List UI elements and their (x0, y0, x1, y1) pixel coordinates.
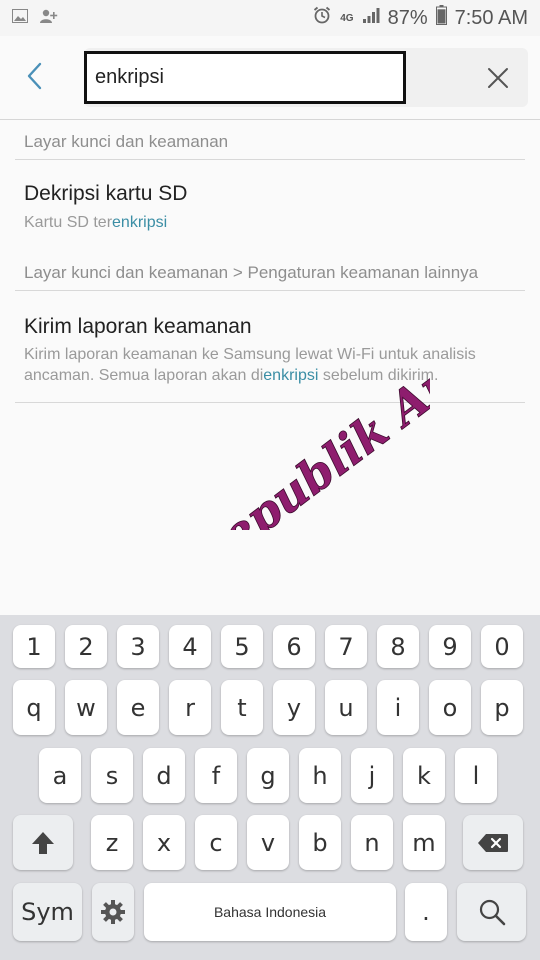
settings-key[interactable] (92, 883, 134, 941)
key-s[interactable]: s (91, 748, 133, 803)
search-header (0, 36, 540, 120)
divider (15, 402, 525, 403)
key-5[interactable]: 5 (221, 625, 263, 668)
result-section-header: Layar kunci dan keamanan (24, 132, 229, 151)
key-q[interactable]: q (13, 680, 55, 735)
backspace-key[interactable] (463, 815, 523, 870)
on-screen-keyboard: Sym Bahasa Indonesia . 1234567890 qwertyu… (0, 615, 540, 960)
key-p[interactable]: p (481, 680, 523, 735)
shift-arrow-icon (32, 831, 54, 854)
gallery-notification-icon (12, 8, 28, 28)
key-6[interactable]: 6 (273, 625, 315, 668)
network-type: 4G (340, 12, 354, 24)
result-section-header: Layar kunci dan keamanan > Pengaturan ke… (24, 263, 479, 282)
key-4[interactable]: 4 (169, 625, 211, 668)
backspace-icon (478, 833, 508, 852)
key-9[interactable]: 9 (429, 625, 471, 668)
key-c[interactable]: c (195, 815, 237, 870)
key-7[interactable]: 7 (325, 625, 367, 668)
key-i[interactable]: i (377, 680, 419, 735)
status-bar: 4G 87% 7:50 AM (0, 0, 540, 36)
signal-icon (362, 6, 380, 30)
result-summary: Kirim laporan keamanan ke Samsung lewat … (24, 346, 476, 384)
key-e[interactable]: e (117, 680, 159, 735)
battery-icon (435, 5, 447, 31)
search-input[interactable] (84, 51, 406, 104)
search-icon (479, 899, 505, 926)
key-a[interactable]: a (39, 748, 81, 803)
key-y[interactable]: y (273, 680, 315, 735)
key-f[interactable]: f (195, 748, 237, 803)
gear-icon (101, 900, 125, 924)
key-1[interactable]: 1 (13, 625, 55, 668)
key-m[interactable]: m (403, 815, 445, 870)
key-l[interactable]: l (455, 748, 497, 803)
key-o[interactable]: o (429, 680, 471, 735)
key-g[interactable]: g (247, 748, 289, 803)
search-results: Layar kunci dan keamanan Dekripsi kartu … (0, 120, 540, 403)
key-d[interactable]: d (143, 748, 185, 803)
search-highlight: enkripsi (112, 214, 168, 231)
back-arrow-icon (27, 62, 42, 90)
key-h[interactable]: h (299, 748, 341, 803)
key-0[interactable]: 0 (481, 625, 523, 668)
result-title: Kirim laporan keamanan (24, 315, 252, 338)
key-j[interactable]: j (351, 748, 393, 803)
key-u[interactable]: u (325, 680, 367, 735)
add-contact-notification-icon (40, 8, 58, 29)
key-t[interactable]: t (221, 680, 263, 735)
battery-percent: 87% (387, 6, 428, 29)
sym-key[interactable]: Sym (21, 898, 74, 926)
key-w[interactable]: w (65, 680, 107, 735)
clock: 7:50 AM (454, 6, 528, 29)
key-k[interactable]: k (403, 748, 445, 803)
clear-search-button[interactable] (484, 64, 512, 92)
key-z[interactable]: z (91, 815, 133, 870)
back-button[interactable] (18, 60, 50, 92)
result-item-security-report[interactable]: Kirim laporan keamanan Kirim laporan kea… (0, 315, 540, 386)
search-highlight: enkripsi (263, 367, 319, 384)
shift-key[interactable] (13, 815, 73, 870)
alarm-clock-icon (312, 5, 332, 31)
key-3[interactable]: 3 (117, 625, 159, 668)
result-summary: Kartu SD terenkripsi (24, 214, 168, 231)
close-icon (488, 68, 508, 88)
key-x[interactable]: x (143, 815, 185, 870)
key-n[interactable]: n (351, 815, 393, 870)
key-b[interactable]: b (299, 815, 341, 870)
result-title: Dekripsi kartu SD (24, 182, 188, 205)
key-v[interactable]: v (247, 815, 289, 870)
divider (15, 159, 525, 160)
result-item-decrypt-sd[interactable]: Dekripsi kartu SD Kartu SD terenkripsi (0, 182, 540, 233)
space-key[interactable]: Bahasa Indonesia (144, 883, 396, 941)
search-key[interactable] (457, 883, 526, 941)
period-key[interactable]: . (405, 883, 447, 941)
key-8[interactable]: 8 (377, 625, 419, 668)
divider (15, 290, 525, 291)
key-r[interactable]: r (169, 680, 211, 735)
key-2[interactable]: 2 (65, 625, 107, 668)
